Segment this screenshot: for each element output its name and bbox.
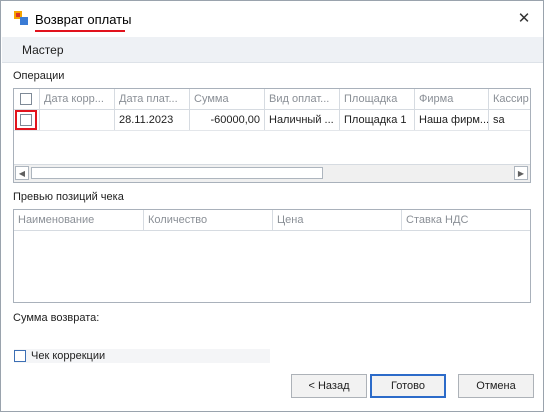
cell-cashier: sa — [493, 114, 505, 126]
column-header-vat-rate[interactable]: Ставка НДС — [402, 210, 530, 230]
preview-grid[interactable]: Наименование Количество Цена Ставка НДС — [13, 209, 531, 303]
close-icon: ✕ — [517, 10, 531, 27]
wizard-title: Мастер — [22, 43, 64, 57]
column-header-cashier[interactable]: Кассир — [489, 89, 530, 109]
cell-payment-type: Наличный ... — [265, 110, 340, 130]
scroll-right-button[interactable]: ▶ — [514, 166, 528, 180]
column-header-quantity[interactable]: Количество — [144, 210, 273, 230]
column-header-site[interactable]: Площадка — [340, 89, 415, 109]
column-header-name[interactable]: Наименование — [14, 210, 144, 230]
column-header-correction-date[interactable]: Дата корр... — [40, 89, 115, 109]
done-button[interactable]: Готово — [370, 374, 446, 398]
cell-company: Наша фирм... — [415, 110, 489, 130]
preview-grid-header: Наименование Количество Цена Ставка НДС — [14, 210, 530, 231]
title-bar: Возврат оплаты ✕ — [1, 1, 543, 35]
correction-checkbox[interactable] — [14, 350, 26, 362]
column-header-amount[interactable]: Сумма — [190, 89, 265, 109]
horizontal-scrollbar[interactable]: ◀ ▶ — [14, 164, 530, 182]
cell-site: Площадка 1 — [340, 110, 415, 130]
scroll-left-button[interactable]: ◀ — [15, 166, 29, 180]
title-highlight-underline — [35, 30, 125, 32]
correction-label[interactable]: Чек коррекции — [31, 349, 105, 363]
operations-grid[interactable]: Дата корр... Дата плат... Сумма Вид опла… — [13, 88, 531, 183]
arrow-right-icon: ▶ — [517, 168, 525, 178]
column-header-payment-date[interactable]: Дата плат... — [115, 89, 190, 109]
operations-grid-header: Дата корр... Дата плат... Сумма Вид опла… — [14, 89, 530, 110]
column-header-price[interactable]: Цена — [273, 210, 402, 230]
operations-label: Операции — [13, 70, 65, 82]
cell-payment-date: 28.11.2023 — [115, 110, 190, 130]
table-row[interactable]: 28.11.2023 -60000,00 Наличный ... Площад… — [14, 110, 530, 131]
column-header-company[interactable]: Фирма — [415, 89, 489, 109]
cell-correction-date — [40, 110, 115, 130]
preview-label: Превью позиций чека — [13, 191, 124, 203]
cell-amount: -60000,00 — [190, 110, 265, 130]
wizard-header: Мастер — [2, 37, 543, 63]
arrow-left-icon: ◀ — [18, 168, 26, 178]
select-all-column-header — [14, 89, 40, 109]
back-button[interactable]: < Назад — [291, 374, 367, 398]
column-header-payment-type[interactable]: Вид оплат... — [265, 89, 340, 109]
close-button[interactable]: ✕ — [513, 7, 535, 29]
scroll-thumb[interactable] — [31, 167, 323, 179]
app-icon — [14, 11, 28, 25]
row-select-cell[interactable] — [14, 110, 40, 130]
correction-check-row[interactable]: Чек коррекции — [14, 349, 270, 363]
dialog-window: Возврат оплаты ✕ Мастер Операции Дата ко… — [0, 0, 544, 412]
cancel-button[interactable]: Отмена — [458, 374, 534, 398]
row-checkbox-highlight — [15, 110, 37, 130]
refund-sum-label: Сумма возврата: — [13, 312, 100, 324]
window-title: Возврат оплаты — [35, 12, 132, 27]
select-all-checkbox[interactable] — [20, 93, 32, 105]
